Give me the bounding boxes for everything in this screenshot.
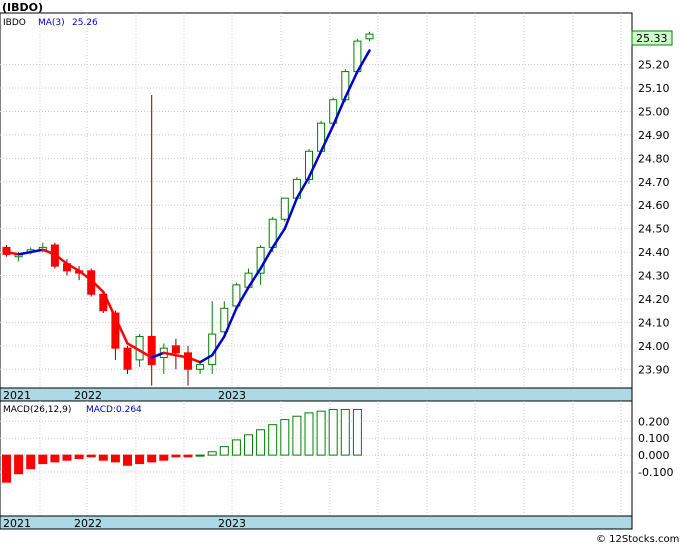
macd-x-label-2021: 2021 [3,517,31,530]
macd-bar [135,454,145,465]
price-y-tick-label: 24.30 [638,270,670,283]
watermark: © 12Stocks.com [596,534,679,545]
candle-body [171,345,180,354]
macd-bar [352,408,362,456]
price-y-tick-label: 24.90 [638,129,670,142]
macd-y-tick-label: 0.000 [638,449,670,462]
macd-bar [268,424,278,456]
candle-body [123,347,132,370]
macd-bar [159,454,169,461]
macd-bar [50,454,60,463]
candle-body [280,197,289,220]
macd-bar [38,454,48,465]
macd-bar [62,454,72,461]
price-y-tick-label: 24.70 [638,176,670,189]
macd-bar [98,454,108,461]
price-y-tick-label: 25.10 [638,82,670,95]
macd-bar [256,429,266,456]
macd-bar [26,454,36,470]
macd-y-tick-label: 0.100 [638,432,670,445]
macd-bar [280,419,290,456]
candle-body [147,335,156,366]
macd-x-label-2022: 2022 [74,517,102,530]
price-y-tick-label: 24.40 [638,246,670,259]
last-price-value: 25.33 [636,32,668,45]
ma-value: 25.26 [72,18,98,28]
chart-title: (IBDO) [2,1,43,14]
macd-bar [74,454,84,459]
price-x-label-2022: 2022 [74,389,102,402]
price-y-tick-label: 23.90 [638,363,670,376]
macd-x-label-2023: 2023 [218,517,246,530]
price-y-tick-label: 24.80 [638,152,670,165]
price-x-label-2023: 2023 [218,389,246,402]
price-y-tick-label: 25.00 [638,105,670,118]
macd-bar [207,451,217,456]
macd-y-tick-label: -0.100 [638,466,673,479]
price-y-tick-label: 25.20 [638,59,670,72]
macd-bar [2,454,11,483]
macd-bar [110,454,120,463]
price-y-tick-label: 24.10 [638,316,670,329]
macd-bar [328,408,338,456]
candle-body [196,364,205,370]
candle-body [365,33,374,40]
price-y-ticks: 25.20 25.10 25.00 24.90 24.80 24.70 24.60 24.50… [638,59,670,377]
macd-bar [183,454,193,458]
macd-value: MACD:0.264 [86,405,142,415]
macd-y-ticks: 0.200 0.100 0.000 -0.100 [638,415,673,479]
macd-y-tick-label: 0.200 [638,415,670,428]
macd-bar [14,454,24,475]
price-y-tick-label: 24.60 [638,199,670,212]
macd-bar [292,415,302,456]
macd-bar [86,454,96,458]
macd-bar [244,434,253,456]
ma-label: MA(3) [38,18,65,28]
macd-bar [304,412,314,456]
macd-title: MACD(26,12,9) [3,405,71,415]
price-y-tick-label: 24.50 [638,223,670,236]
macd-bar [195,454,205,457]
macd-bar [171,454,181,458]
macd-bar [231,439,241,456]
macd-bar [123,454,132,466]
macd-bar [340,408,350,456]
price-panel [0,12,633,389]
chart-svg: (IBDO) 25.20 25.10 25.00 24.90 24.80 24.70 24.… [0,1,679,545]
candle-body [184,352,192,370]
macd-bar [316,410,326,456]
price-y-tick-label: 24.00 [638,340,670,353]
macd-bar [219,446,229,456]
macd-panel [0,400,633,517]
macd-bar [147,454,157,463]
price-y-tick-label: 24.20 [638,293,670,306]
symbol-label: IBDO [3,18,26,28]
price-x-label-2021: 2021 [3,389,31,402]
